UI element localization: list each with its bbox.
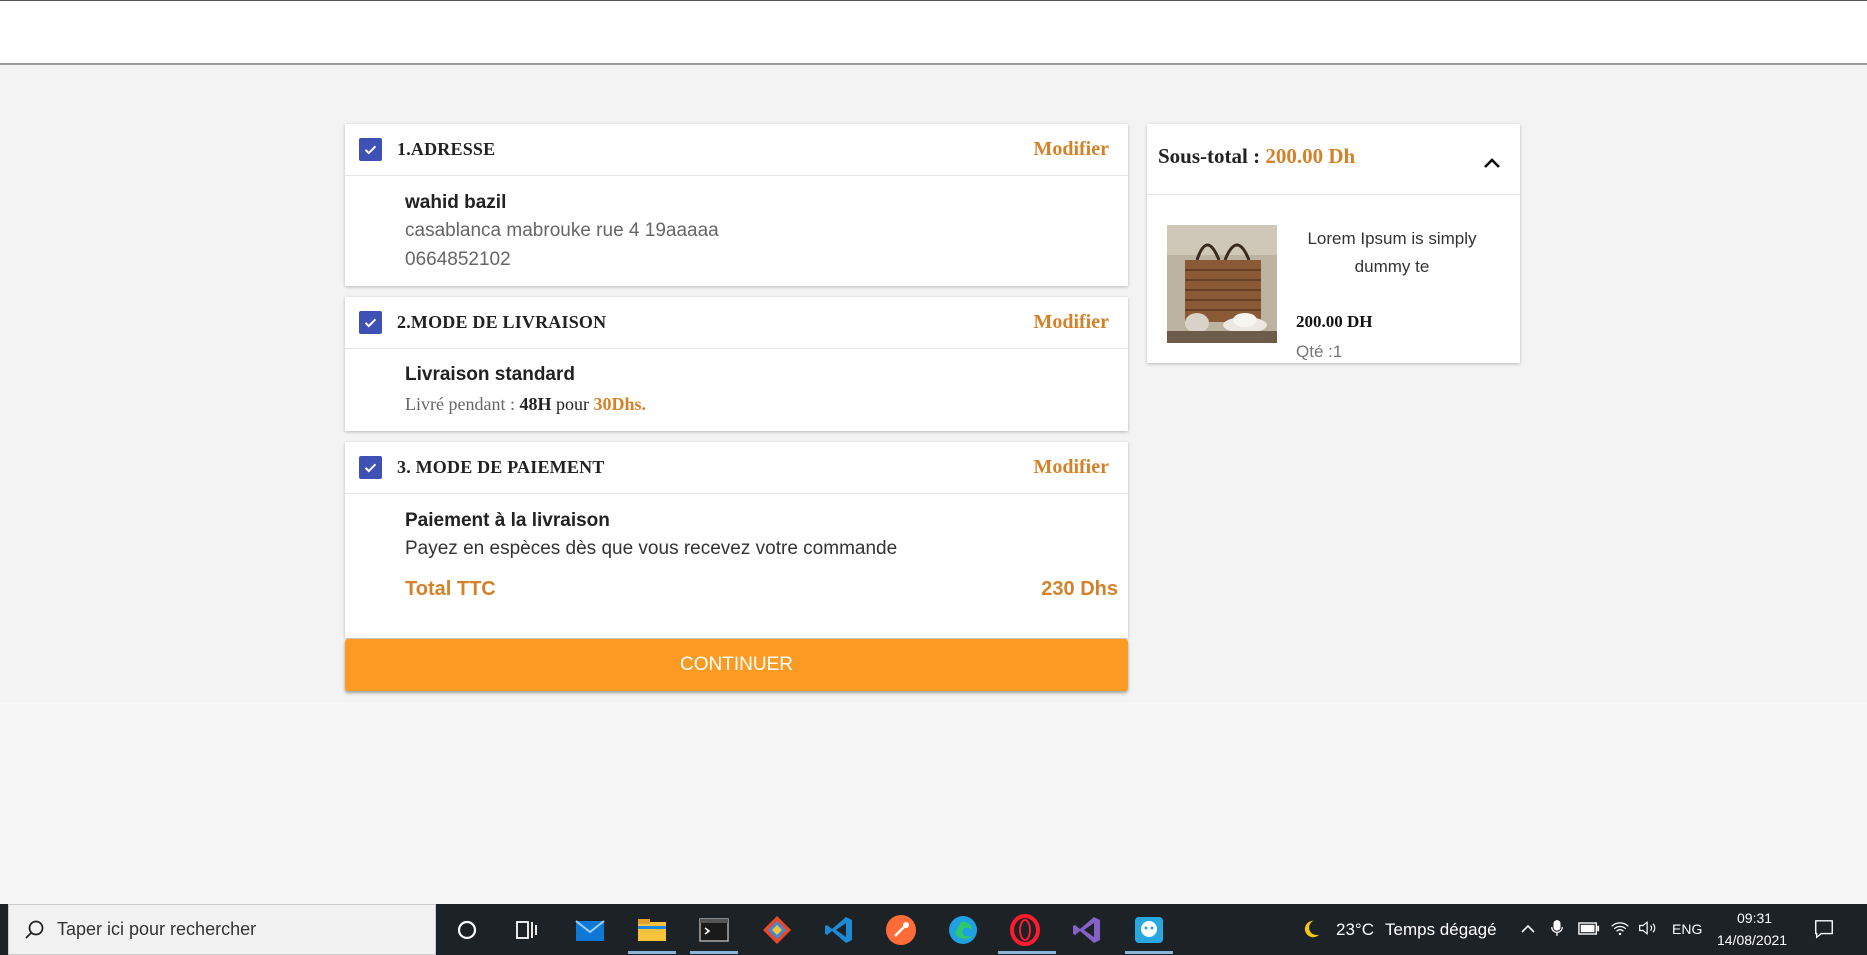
payment-checkbox[interactable] [359, 456, 382, 479]
notification-center-icon[interactable] [1813, 918, 1835, 940]
search-icon [25, 920, 44, 939]
checkmark-icon [364, 145, 377, 155]
subtotal: Sous-total : 200.00 Dh [1158, 144, 1355, 169]
address-phone: 0664852102 [405, 249, 511, 270]
total-row: Total TTC 230 Dhs [405, 578, 1128, 601]
microphone-icon[interactable] [1550, 918, 1564, 938]
chat-app-active-indicator [1125, 951, 1173, 954]
checkmark-icon [364, 463, 377, 473]
battery-icon[interactable] [1578, 922, 1600, 935]
windows-taskbar: Taper ici pour rechercher 23°C Temps dég… [0, 904, 1867, 955]
total-value: 230 Dhs [1041, 578, 1118, 600]
chevron-up-icon[interactable] [1520, 921, 1536, 937]
clock-date[interactable]: 14/08/2021 [1717, 932, 1787, 948]
address-title: 1.ADRESSE [397, 139, 496, 159]
postman-icon[interactable] [884, 913, 918, 947]
cortana-icon[interactable] [450, 913, 484, 947]
task-view-icon[interactable] [510, 913, 544, 947]
weather-temperature[interactable]: 23°C [1336, 920, 1374, 940]
delivery-price-prefix: pour [551, 394, 594, 414]
opera-icon[interactable] [1008, 913, 1042, 947]
payment-modify-link[interactable]: Modifier [1033, 456, 1109, 479]
chat-app-icon[interactable] [1132, 913, 1166, 947]
delivery-method: Livraison standard [405, 364, 575, 385]
product-name: Lorem Ipsum is simply dummy te [1307, 229, 1477, 276]
visual-studio-icon[interactable] [1070, 913, 1104, 947]
address-name: wahid bazil [405, 192, 507, 213]
taskbar-search-box[interactable]: Taper ici pour rechercher [8, 904, 436, 955]
delivery-delay-prefix: Livré pendant : [405, 394, 520, 414]
continue-button[interactable]: CONTINUER [345, 639, 1128, 691]
search-placeholder: Taper ici pour rechercher [57, 919, 257, 939]
address-modify-link[interactable]: Modifier [1033, 138, 1109, 161]
delivery-section: 2.MODE DE LIVRAISON Modifier Livraison s… [345, 297, 1128, 431]
delivery-price: 30Dhs. [593, 394, 646, 414]
address-checkbox[interactable] [359, 138, 382, 161]
total-label: Total TTC [405, 578, 496, 600]
chevron-up-icon[interactable] [1482, 156, 1502, 170]
summary-header[interactable]: Sous-total : 200.00 Dh [1147, 124, 1520, 195]
weather-description[interactable]: Temps dégagé [1385, 920, 1497, 940]
payment-section-header: 3. MODE DE PAIEMENT Modifier [345, 442, 1128, 494]
opera-active-indicator [998, 951, 1056, 954]
vscode-icon[interactable] [822, 913, 856, 947]
address-section: 1.ADRESSE Modifier wahid bazil casablanc… [345, 124, 1128, 286]
delivery-checkbox[interactable] [359, 311, 382, 334]
app-top-bar [0, 0, 1867, 65]
product-thumbnail [1167, 225, 1277, 343]
subtotal-label: Sous-total : [1158, 144, 1266, 168]
file-explorer-icon[interactable] [635, 913, 669, 947]
payment-description: Payez en espèces dès que vous recevez vo… [405, 538, 898, 559]
order-summary-panel: Sous-total : 200.00 Dh Lorem Ipsum is si… [1147, 124, 1520, 363]
speaker-icon[interactable] [1638, 919, 1658, 937]
payment-title: 3. MODE DE PAIEMENT [397, 457, 605, 477]
mail-icon[interactable] [573, 913, 607, 947]
subtotal-value: 200.00 Dh [1265, 144, 1356, 168]
payment-method: Paiement à la livraison [405, 510, 610, 531]
delivery-delay: 48H [519, 394, 552, 414]
clock-time[interactable]: 09:31 [1737, 910, 1772, 926]
delivery-details: Livré pendant : 48H pour 30Dhs. [405, 388, 1128, 420]
git-icon[interactable] [760, 913, 794, 947]
delivery-title: 2.MODE DE LIVRAISON [397, 312, 607, 332]
delivery-modify-link[interactable]: Modifier [1033, 311, 1109, 334]
file-explorer-active-indicator [628, 951, 676, 954]
wifi-icon[interactable] [1610, 919, 1630, 937]
product-quantity: Qté :1 [1296, 342, 1343, 361]
edge-icon[interactable] [946, 913, 980, 947]
payment-section: 3. MODE DE PAIEMENT Modifier Paiement à … [345, 442, 1128, 638]
delivery-section-header: 2.MODE DE LIVRAISON Modifier [345, 297, 1128, 349]
language-indicator[interactable]: ENG [1672, 921, 1702, 937]
moon-weather-icon [1304, 920, 1320, 938]
terminal-icon[interactable] [697, 913, 731, 947]
product-price: 200.00 DH [1296, 312, 1373, 331]
terminal-active-indicator [690, 951, 738, 954]
checkmark-icon [364, 318, 377, 328]
address-street: casablanca mabrouke rue 4 19aaaaa [405, 220, 719, 241]
address-section-header: 1.ADRESSE Modifier [345, 124, 1128, 176]
